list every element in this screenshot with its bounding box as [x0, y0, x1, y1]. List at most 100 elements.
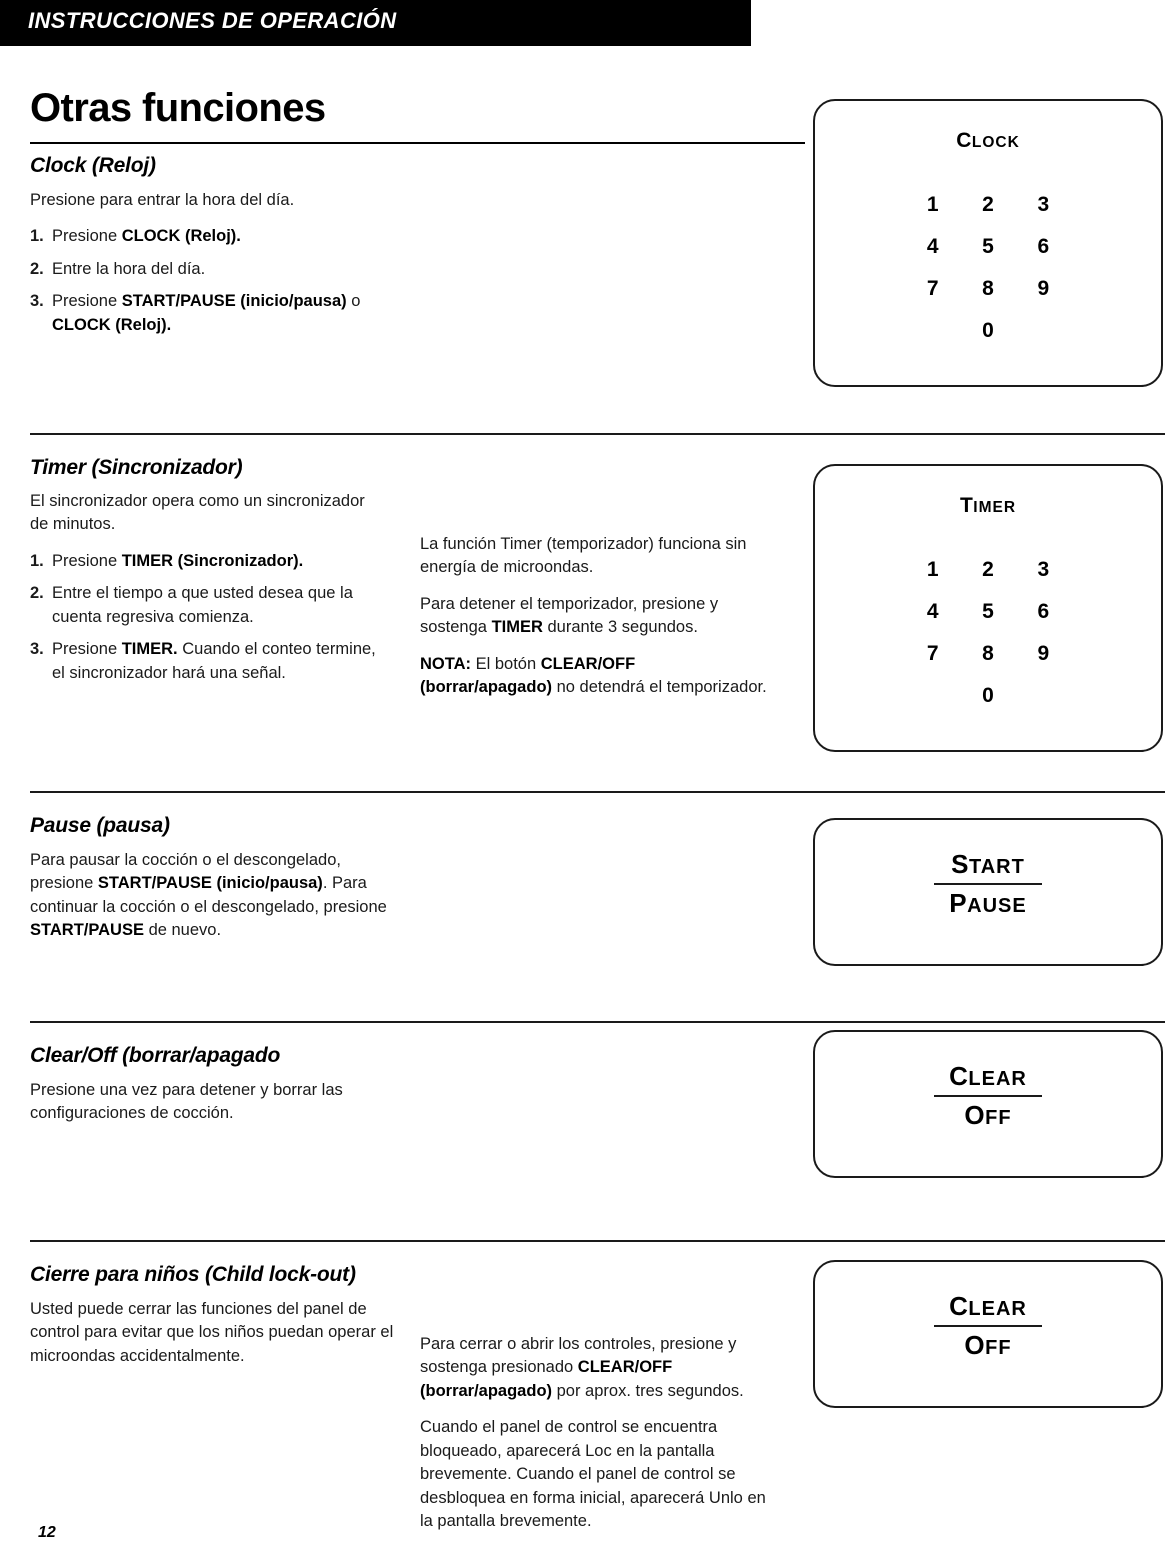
clock-step-3-bold: START/PAUSE (inicio/pausa) — [121, 292, 347, 311]
childlock-text-column-1: Usted puede cerrar las funciones del pan… — [30, 1298, 400, 1368]
page-content: Otras funciones Clock (Reloj) Presione p… — [0, 46, 1170, 1565]
timer-step-2: 2. Entre el tiempo a que usted desea que … — [30, 582, 385, 629]
pause-label: PAUSE — [815, 888, 1161, 919]
pause-text-column: Para pausar la cocción o el descongelado… — [30, 849, 390, 943]
header-banner-title: INSTRUCCIONES DE OPERACIÓN — [28, 8, 397, 33]
timer-key-7[interactable]: 7 — [905, 642, 960, 666]
clear-label-childlock-rest: LEAR — [968, 1298, 1027, 1320]
clock-key-0[interactable]: 0 — [960, 319, 1015, 343]
timer-steps: 1. Presione TIMER (Sincronizador). 2. Entr… — [30, 550, 385, 685]
clock-steps: 1. Presione CLOCK (Reloj). 2. Entre la hor… — [30, 225, 400, 337]
section-heading-pause: Pause (pausa) — [30, 814, 170, 837]
clear-off-button-panel[interactable]: CLEAR OFF — [813, 1030, 1163, 1178]
clearoff-text-column: Presione una vez para detener y borrar l… — [30, 1079, 400, 1126]
clock-step-3-text: Presione — [52, 292, 122, 311]
page-number: 12 — [38, 1524, 56, 1541]
timer-step-2-text: Entre el tiempo a que usted desea que la… — [52, 584, 353, 626]
timer-step-1-text: Presione — [52, 551, 122, 570]
clock-step-1: 1. Presione CLOCK (Reloj). — [30, 225, 400, 248]
childlock-text-column-2: Para cerrar o abrir los controles, presi… — [420, 1333, 775, 1533]
clock-step-2-text: Entre la hora del día. — [52, 259, 206, 278]
timer-key-4[interactable]: 4 — [905, 600, 960, 624]
clock-keypad-grid: 1 2 3 4 5 6 7 8 9 0 — [815, 193, 1161, 343]
timer-key-9[interactable]: 9 — [1016, 642, 1071, 666]
childlock-col1-p1: Usted puede cerrar las funciones del pan… — [30, 1300, 394, 1365]
section-divider-3 — [30, 1021, 1165, 1023]
clock-key-8[interactable]: 8 — [960, 277, 1015, 301]
timer-key-5[interactable]: 5 — [960, 600, 1015, 624]
start-pause-button-panel[interactable]: START PAUSE — [813, 818, 1163, 966]
timer-key-0[interactable]: 0 — [960, 684, 1015, 708]
clock-key-4[interactable]: 4 — [905, 235, 960, 259]
childlock-col2-p1-c: por aprox. tres segundos. — [552, 1381, 744, 1400]
timer-step-3-number: 3. — [30, 640, 44, 659]
pause-p1-d: START/PAUSE — [30, 921, 144, 940]
timer-text-column-1: El sincronizador opera como un sincroniz… — [30, 490, 385, 685]
timer-key-6[interactable]: 6 — [1016, 600, 1071, 624]
clock-step-3-bold-2: CLOCK (Reloj). — [52, 315, 172, 334]
timer-step-1-number: 1. — [30, 551, 44, 570]
pause-p1-b: START/PAUSE (inicio/pausa) — [97, 874, 323, 893]
timer-step-1: 1. Presione TIMER (Sincronizador). — [30, 550, 385, 573]
timer-col2-p1: La función Timer (temporizador) funciona… — [420, 535, 747, 577]
clear-label-childlock: CLEAR — [815, 1291, 1161, 1322]
timer-col2-p2: Para detener el temporizador, presione y… — [420, 593, 770, 640]
clock-keypad-panel: CLOCK 1 2 3 4 5 6 7 8 9 0 — [813, 99, 1163, 387]
clock-intro: Presione para entrar la hora del día. — [30, 191, 295, 209]
clear-off-button-panel-childlock[interactable]: CLEAR OFF — [813, 1260, 1163, 1408]
timer-key-1[interactable]: 1 — [905, 558, 960, 582]
pause-p1: Para pausar la cocción o el descongelado… — [30, 849, 390, 943]
clock-step-1-bold: CLOCK (Reloj). — [121, 227, 241, 246]
timer-text-column-2: La función Timer (temporizador) funciona… — [420, 533, 770, 700]
clear-label-rest: LEAR — [968, 1068, 1027, 1090]
timer-keypad-label-rest: IMER — [973, 499, 1017, 516]
childlock-col2-p2: Cuando el panel de control se encuentra … — [420, 1418, 766, 1530]
clock-step-3-number: 3. — [30, 292, 44, 311]
off-label-childlock: OFF — [815, 1329, 1161, 1361]
off-label-rest: FF — [985, 1106, 1012, 1129]
clock-key-3[interactable]: 3 — [1016, 193, 1071, 217]
clear-off-divider — [934, 1094, 1042, 1097]
clock-key-6[interactable]: 6 — [1016, 235, 1071, 259]
clear-label-cap: C — [949, 1061, 969, 1091]
off-label: OFF — [815, 1100, 1161, 1131]
clock-key-5[interactable]: 5 — [960, 235, 1015, 259]
clear-off-button-face: CLEAR OFF — [815, 1061, 1161, 1131]
timer-col2-note-label: NOTA: — [420, 654, 472, 673]
off-label-childlock-rest: FF — [985, 1336, 1012, 1359]
timer-step-1-bold: TIMER (Sincronizador). — [121, 551, 304, 570]
clear-off-childlock-button-face: CLEAR OFF — [815, 1291, 1161, 1361]
pause-label-rest: AUSE — [967, 894, 1027, 917]
start-pause-divider — [934, 882, 1042, 885]
timer-key-3[interactable]: 3 — [1016, 558, 1071, 582]
clock-step-3: 3. Presione START/PAUSE (inicio/pausa) o … — [30, 290, 400, 337]
timer-step-2-number: 2. — [30, 584, 44, 603]
timer-col2-p2-bold: TIMER — [491, 618, 543, 637]
timer-col2-p3-after: no detendrá el temporizador. — [552, 678, 767, 697]
timer-keypad-grid: 1 2 3 4 5 6 7 8 9 0 — [815, 558, 1161, 708]
clear-off-childlock-divider — [934, 1324, 1042, 1327]
title-rule — [30, 142, 805, 144]
clock-key-7[interactable]: 7 — [905, 277, 960, 301]
section-divider-2 — [30, 791, 1165, 793]
off-label-childlock-cap: O — [964, 1329, 986, 1360]
timer-step-3: 3. Presione TIMER. Cuando el conteo termi… — [30, 638, 385, 685]
start-pause-button-face: START PAUSE — [815, 849, 1161, 919]
timer-key-2[interactable]: 2 — [960, 558, 1015, 582]
section-divider-1 — [30, 433, 1165, 435]
clock-step-2: 2. Entre la hora del día. — [30, 258, 400, 281]
clock-step-3-text-after: o — [346, 292, 361, 311]
section-heading-timer: Timer (Sincronizador) — [30, 456, 243, 479]
clock-key-2[interactable]: 2 — [960, 193, 1015, 217]
start-label-rest: TART — [969, 856, 1025, 878]
clock-step-1-text: Presione — [52, 227, 122, 246]
clock-key-1[interactable]: 1 — [905, 193, 960, 217]
timer-key-8[interactable]: 8 — [960, 642, 1015, 666]
start-label: START — [815, 849, 1161, 880]
clear-label: CLEAR — [815, 1061, 1161, 1092]
clock-step-1-number: 1. — [30, 227, 44, 246]
section-heading-clock: Clock (Reloj) — [30, 154, 156, 177]
timer-keypad-label-cap: T — [959, 494, 974, 517]
timer-col2-p3: NOTA: El botón CLEAR/OFF (borrar/apagado… — [420, 653, 770, 700]
clock-key-9[interactable]: 9 — [1016, 277, 1071, 301]
